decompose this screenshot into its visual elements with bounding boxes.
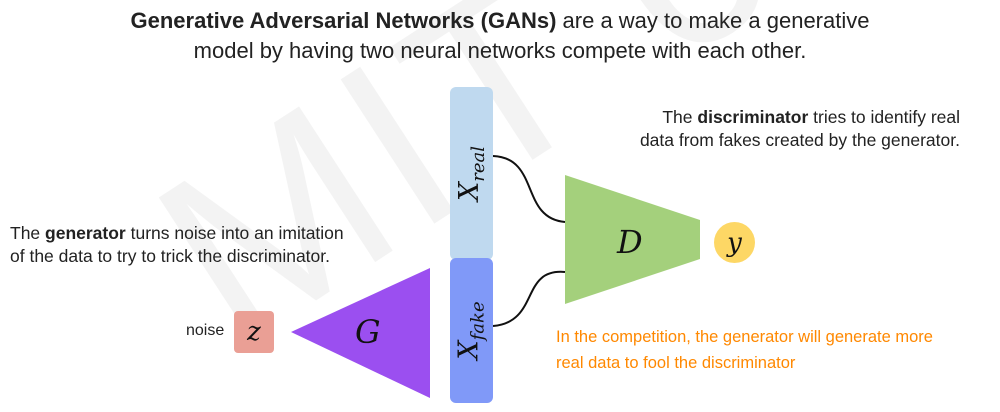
x-fake-label: Xfake xyxy=(454,301,489,359)
x-real-sub: real xyxy=(468,146,490,182)
generator-label: G xyxy=(355,313,381,351)
y-output-node: y xyxy=(714,222,755,263)
connector-xreal-to-d xyxy=(492,155,566,223)
x-real-base: X xyxy=(454,181,486,201)
x-fake-box: Xfake xyxy=(450,258,493,403)
x-fake-base: X xyxy=(454,340,485,360)
x-real-label: Xreal xyxy=(454,146,489,201)
competition-line-2: real data to fool the discriminator xyxy=(556,354,796,372)
z-node: z xyxy=(234,311,274,353)
competition-line-1: In the competition, the generator will g… xyxy=(556,328,933,346)
connector-xfake-to-d xyxy=(492,270,566,327)
noise-label: noise xyxy=(186,322,225,339)
competition-note: In the competition, the generator will g… xyxy=(556,324,996,376)
discriminator-label: D xyxy=(617,223,643,261)
x-real-box: Xreal xyxy=(450,87,493,260)
x-fake-sub: fake xyxy=(468,301,489,341)
